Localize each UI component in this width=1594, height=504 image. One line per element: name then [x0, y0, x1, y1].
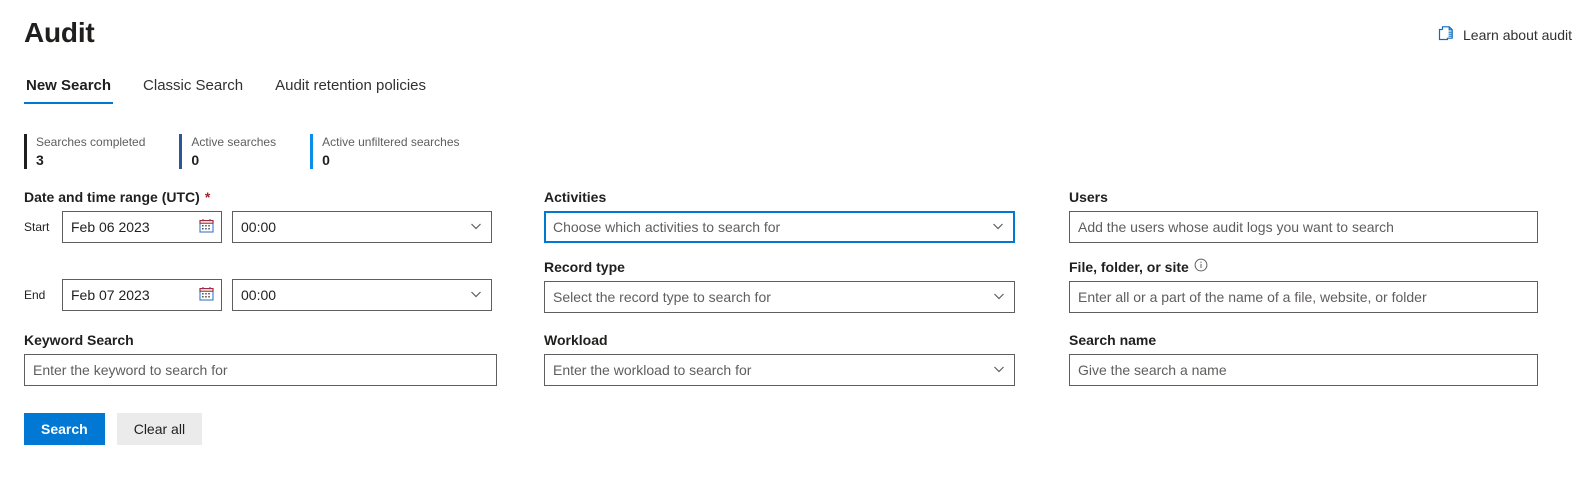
- end-date-value: Feb 07 2023: [71, 287, 150, 303]
- users-group: Users Add the users whose audit logs you…: [1069, 187, 1538, 313]
- record-type-label: Record type: [544, 257, 1015, 277]
- learn-about-audit-link[interactable]: Learn about audit: [1438, 25, 1572, 45]
- stats-bar: Searches completed 3 Active searches 0 A…: [0, 134, 1594, 169]
- page-title: Audit: [24, 17, 95, 48]
- stat-value: 3: [36, 152, 44, 168]
- file-folder-site-label: File, folder, or site: [1069, 257, 1538, 277]
- workload-label-text: Workload: [544, 332, 608, 348]
- activities-select[interactable]: Choose which activities to search for: [544, 211, 1015, 243]
- page-header: Audit Learn about audit: [0, 0, 1594, 52]
- date-range-group: Date and time range (UTC) * Start Feb 06…: [24, 187, 497, 311]
- record-type-placeholder: Select the record type to search for: [553, 289, 771, 305]
- workload-placeholder: Enter the workload to search for: [553, 362, 752, 378]
- file-folder-site-label-text: File, folder, or site: [1069, 259, 1189, 275]
- activities-placeholder: Choose which activities to search for: [553, 219, 781, 235]
- activities-group: Activities Choose which activities to se…: [544, 187, 1015, 313]
- start-date-row: Start Feb 06 2023 00:00: [24, 211, 497, 243]
- workload-select[interactable]: Enter the workload to search for: [544, 354, 1015, 386]
- activities-label-text: Activities: [544, 189, 607, 205]
- keyword-search-label: Keyword Search: [24, 330, 497, 350]
- learn-about-audit-label: Learn about audit: [1463, 27, 1572, 43]
- stat-value: 0: [191, 152, 200, 168]
- end-time-select[interactable]: 00:00: [232, 279, 492, 311]
- info-icon[interactable]: [1194, 257, 1208, 277]
- tab-bar: New Search Classic Search Audit retentio…: [0, 70, 1594, 104]
- start-date-value: Feb 06 2023: [71, 219, 150, 235]
- tab-classic-search[interactable]: Classic Search: [141, 77, 245, 104]
- start-label: Start: [24, 220, 50, 234]
- end-time-value: 00:00: [241, 287, 277, 303]
- stat-accent-bar: [310, 134, 314, 169]
- stat-active-searches: Active searches 0: [179, 134, 310, 169]
- end-date-row: End Feb 07 2023 00:00: [24, 279, 497, 311]
- calendar-icon[interactable]: [199, 286, 214, 304]
- activities-label: Activities: [544, 187, 1015, 207]
- search-name-input[interactable]: Give the search a name: [1069, 354, 1538, 386]
- tab-new-search[interactable]: New Search: [24, 77, 114, 104]
- search-name-label: Search name: [1069, 330, 1538, 350]
- tab-audit-retention-policies[interactable]: Audit retention policies: [273, 77, 428, 104]
- keyword-search-group: Keyword Search Enter the keyword to sear…: [24, 330, 497, 386]
- chevron-down-icon: [470, 219, 482, 235]
- users-label-text: Users: [1069, 189, 1108, 205]
- stat-label: Active searches: [191, 135, 277, 149]
- stat-active-unfiltered-searches: Active unfiltered searches 0: [310, 134, 493, 169]
- date-range-label-text: Date and time range (UTC): [24, 189, 200, 205]
- calendar-icon[interactable]: [199, 218, 214, 236]
- start-time-value: 00:00: [241, 219, 277, 235]
- chevron-down-icon: [470, 287, 482, 303]
- documentation-icon: [1438, 25, 1455, 45]
- tab-classic-search-label: Classic Search: [143, 77, 244, 94]
- stat-accent-bar: [179, 134, 183, 169]
- chevron-down-icon: [992, 219, 1004, 235]
- search-button[interactable]: Search: [24, 413, 105, 445]
- keyword-search-placeholder: Enter the keyword to search for: [33, 362, 228, 378]
- workload-label: Workload: [544, 330, 1015, 350]
- tab-new-search-label: New Search: [26, 77, 112, 94]
- record-type-group: Record type Select the record type to se…: [544, 257, 1015, 313]
- chevron-down-icon: [993, 289, 1005, 305]
- workload-group: Workload Enter the workload to search fo…: [544, 330, 1015, 386]
- record-type-select[interactable]: Select the record type to search for: [544, 281, 1015, 313]
- file-folder-site-group: File, folder, or site Enter all or a par…: [1069, 257, 1538, 313]
- required-marker: *: [204, 189, 211, 205]
- date-row-spacer: [24, 243, 497, 279]
- tab-audit-retention-policies-label: Audit retention policies: [275, 77, 427, 94]
- keyword-search-label-text: Keyword Search: [24, 332, 134, 348]
- stat-accent-bar: [24, 134, 27, 169]
- stat-searches-completed: Searches completed 3: [24, 134, 179, 169]
- keyword-search-input[interactable]: Enter the keyword to search for: [24, 354, 497, 386]
- end-label: End: [24, 288, 46, 302]
- users-placeholder: Add the users whose audit logs you want …: [1078, 219, 1394, 235]
- clear-all-button[interactable]: Clear all: [116, 413, 203, 445]
- search-name-placeholder: Give the search a name: [1078, 362, 1227, 378]
- stat-value: 0: [322, 152, 330, 168]
- start-date-input[interactable]: Feb 06 2023: [62, 211, 222, 243]
- end-date-input[interactable]: Feb 07 2023: [62, 279, 222, 311]
- date-range-label: Date and time range (UTC) *: [24, 187, 497, 207]
- users-label: Users: [1069, 187, 1538, 207]
- users-input[interactable]: Add the users whose audit logs you want …: [1069, 211, 1538, 243]
- file-folder-site-placeholder: Enter all or a part of the name of a fil…: [1078, 289, 1427, 305]
- form-actions: Search Clear all: [0, 413, 1594, 445]
- record-type-label-text: Record type: [544, 259, 625, 275]
- search-name-label-text: Search name: [1069, 332, 1157, 348]
- stat-label: Searches completed: [36, 135, 146, 149]
- search-name-group: Search name Give the search a name: [1069, 330, 1538, 386]
- audit-search-form: Date and time range (UTC) * Start Feb 06…: [0, 187, 1594, 386]
- stat-label: Active unfiltered searches: [322, 135, 460, 149]
- start-time-select[interactable]: 00:00: [232, 211, 492, 243]
- file-folder-site-input[interactable]: Enter all or a part of the name of a fil…: [1069, 281, 1538, 313]
- chevron-down-icon: [993, 362, 1005, 378]
